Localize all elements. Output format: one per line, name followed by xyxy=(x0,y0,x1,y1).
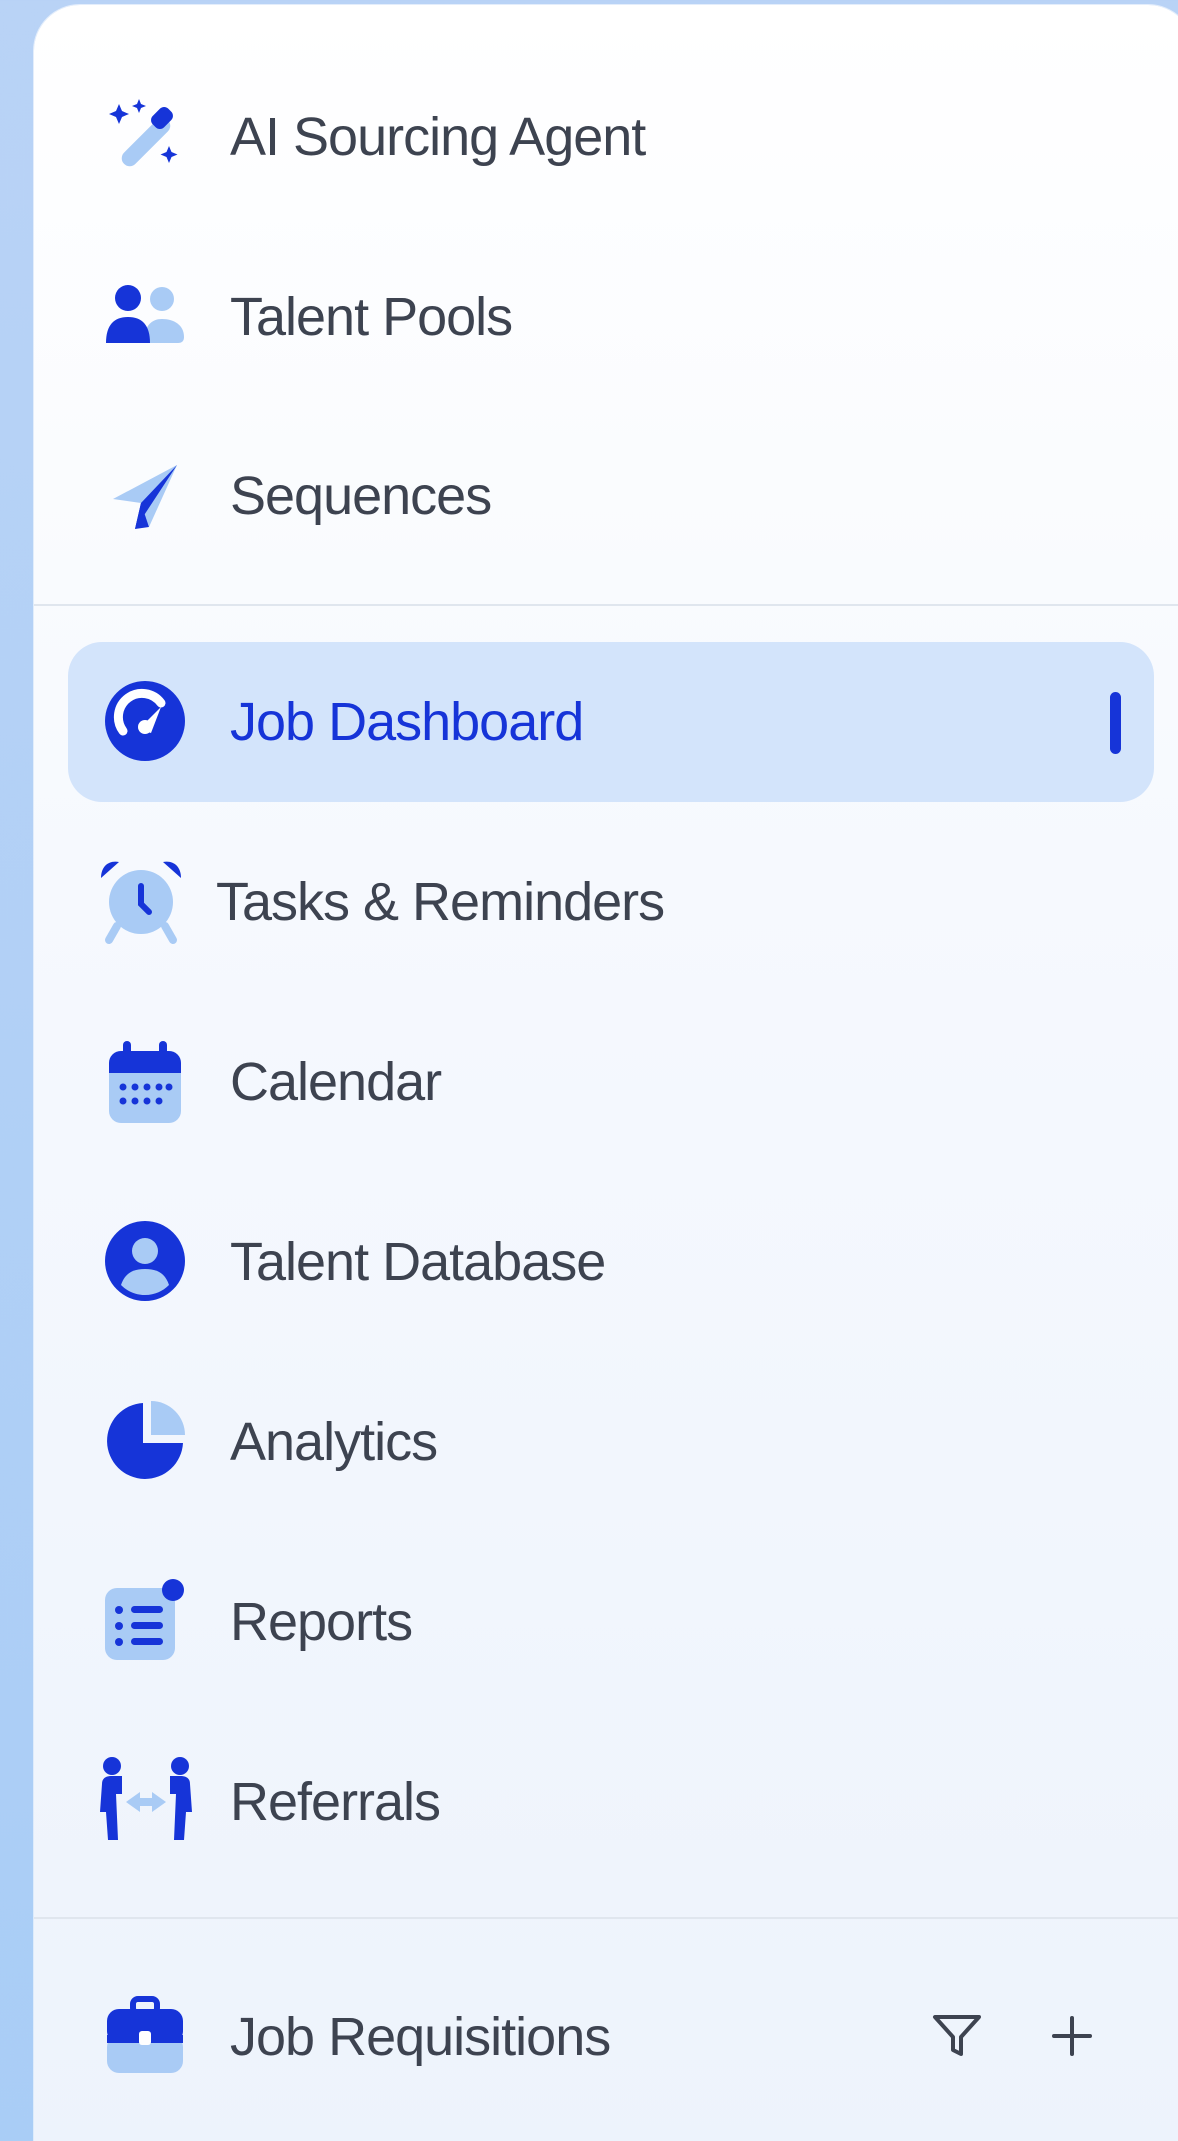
sidebar-divider xyxy=(34,604,1178,606)
sidebar-item-label: Sequences xyxy=(230,466,492,526)
report-list-icon xyxy=(102,1577,188,1663)
section-label: Job Requisitions xyxy=(230,2007,611,2067)
sidebar-item-label: Reports xyxy=(230,1592,413,1652)
sidebar-item-label: Talent Database xyxy=(230,1232,606,1292)
filter-icon[interactable] xyxy=(926,2008,988,2064)
referral-people-icon xyxy=(96,1756,196,1842)
briefcase-icon xyxy=(102,1992,188,2078)
sidebar-item-label: Talent Pools xyxy=(230,287,513,347)
paper-plane-icon xyxy=(102,452,188,538)
sidebar-item-label: Tasks & Reminders xyxy=(216,872,665,932)
calendar-icon xyxy=(102,1040,188,1126)
sidebar-item-label: Analytics xyxy=(230,1412,438,1472)
magic-wand-sparkles-icon xyxy=(102,93,188,179)
user-circle-icon xyxy=(102,1218,188,1304)
plus-icon[interactable] xyxy=(1042,2008,1102,2064)
sidebar-item-label: AI Sourcing Agent xyxy=(230,107,646,167)
sidebar-item-label: Referrals xyxy=(230,1772,441,1832)
active-indicator xyxy=(1110,692,1121,754)
sidebar-item-label: Calendar xyxy=(230,1052,442,1112)
sidebar-divider xyxy=(34,1917,1178,1919)
users-group-icon xyxy=(102,273,188,359)
sidebar-item-label-active: Job Dashboard xyxy=(230,692,584,752)
pie-chart-icon xyxy=(102,1398,188,1484)
alarm-clock-icon xyxy=(94,858,188,944)
gauge-icon xyxy=(102,678,188,764)
sidebar-panel xyxy=(34,5,1178,2141)
